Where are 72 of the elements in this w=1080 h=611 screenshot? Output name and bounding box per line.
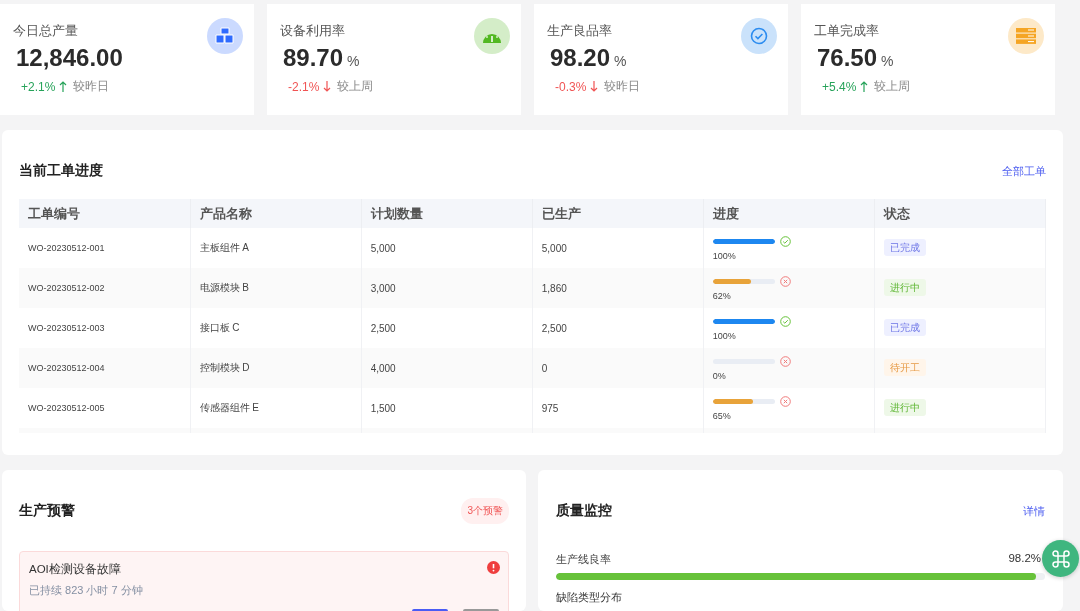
kpi-change: -2.1% (288, 79, 320, 94)
section-title: 质量监控 (556, 502, 612, 520)
progress-bar (712, 278, 775, 284)
kpi-value: 12,846.00 (16, 44, 123, 72)
kpi-value: 98.20 (550, 44, 611, 72)
table-cell: 1,500 (370, 402, 396, 414)
command-icon (1051, 549, 1070, 568)
progress-bar (712, 238, 775, 244)
kpi-change: -0.3% (555, 79, 587, 94)
status-tag: 已完成 (883, 239, 926, 256)
table-cell: WO-20230512-005 (28, 403, 105, 413)
kpi-change: +2.1% (21, 79, 56, 94)
table-cell: 主板组件 A (199, 242, 250, 253)
kpi-change: +5.4% (822, 79, 857, 94)
kpi-value: 89.70 (283, 44, 344, 72)
kpi-title: 工单完成率 (814, 22, 879, 40)
metric-label: 生产线良率 (556, 552, 611, 567)
table-cell: 0 (541, 362, 548, 374)
column-header: 计划数量 (370, 205, 423, 221)
kpi-comparison: 较昨日 (73, 78, 110, 95)
kpi-unit: % (614, 53, 627, 69)
kpi-comparison: 较上周 (874, 78, 911, 95)
alert-duration: 已持续 823 小时 7 分钟 (29, 583, 144, 598)
section-title: 当前工单进度 (19, 162, 103, 180)
kpi-value: 76.50 (817, 44, 878, 72)
table-cell: 4,000 (370, 362, 396, 374)
progress-bar (712, 318, 775, 324)
kpi-title: 设备利用率 (280, 22, 345, 40)
table-cell: 5,000 (541, 242, 567, 254)
kpi-title: 生产良品率 (547, 22, 612, 40)
column-header: 进度 (712, 205, 739, 221)
table-cell: 2,500 (370, 322, 396, 334)
section-title: 生产预警 (19, 502, 75, 520)
status-tag: 已完成 (883, 319, 926, 336)
table-cell: 5,000 (370, 242, 396, 254)
progress-percent: 65% (712, 410, 732, 421)
column-header: 已生产 (541, 205, 581, 221)
table-cell: 电源模块 B (199, 282, 250, 293)
progress-bar (712, 398, 775, 404)
status-tag: 进行中 (883, 399, 926, 416)
kpi-title: 今日总产量 (13, 22, 78, 40)
table-cell: 975 (541, 402, 559, 414)
alert-count-badge: 3个预警 (461, 498, 509, 524)
table-cell: WO-20230512-001 (28, 243, 105, 253)
progress-percent: 62% (712, 290, 732, 301)
status-tag: 进行中 (883, 279, 926, 296)
table-cell: 传感器组件 E (199, 402, 260, 413)
table-cell: WO-20230512-002 (28, 283, 105, 293)
table-cell: 2,500 (541, 322, 567, 334)
warning-icon (487, 561, 500, 574)
table-cell: 3,000 (370, 282, 396, 294)
metric-reading: 98.2% (1008, 552, 1041, 566)
table-cell: 控制模块 D (199, 362, 250, 373)
table-cell: WO-20230512-004 (28, 363, 105, 373)
details-link[interactable]: 详情 (1023, 503, 1045, 519)
table-cell: 接口板 C (199, 322, 240, 333)
column-header: 工单编号 (28, 205, 80, 221)
column-header: 状态 (883, 205, 910, 221)
progress-percent: 100% (712, 250, 737, 261)
status-tag: 待开工 (883, 359, 926, 376)
column-header: 产品名称 (199, 205, 252, 221)
kpi-comparison: 较昨日 (604, 78, 641, 95)
table-cell: 1,860 (541, 282, 567, 294)
alert-title: AOI检测设备故障 (29, 562, 121, 577)
subsection-title: 缺陷类型分布 (556, 590, 623, 605)
all-orders-link[interactable]: 全部工单 (1002, 163, 1046, 179)
kpi-comparison: 较上周 (337, 78, 374, 95)
table-cell: WO-20230512-003 (28, 323, 105, 333)
kpi-unit: % (881, 53, 894, 69)
kpi-unit: % (347, 53, 360, 69)
progress-percent: 100% (712, 330, 737, 341)
progress-percent: 0% (712, 370, 727, 381)
